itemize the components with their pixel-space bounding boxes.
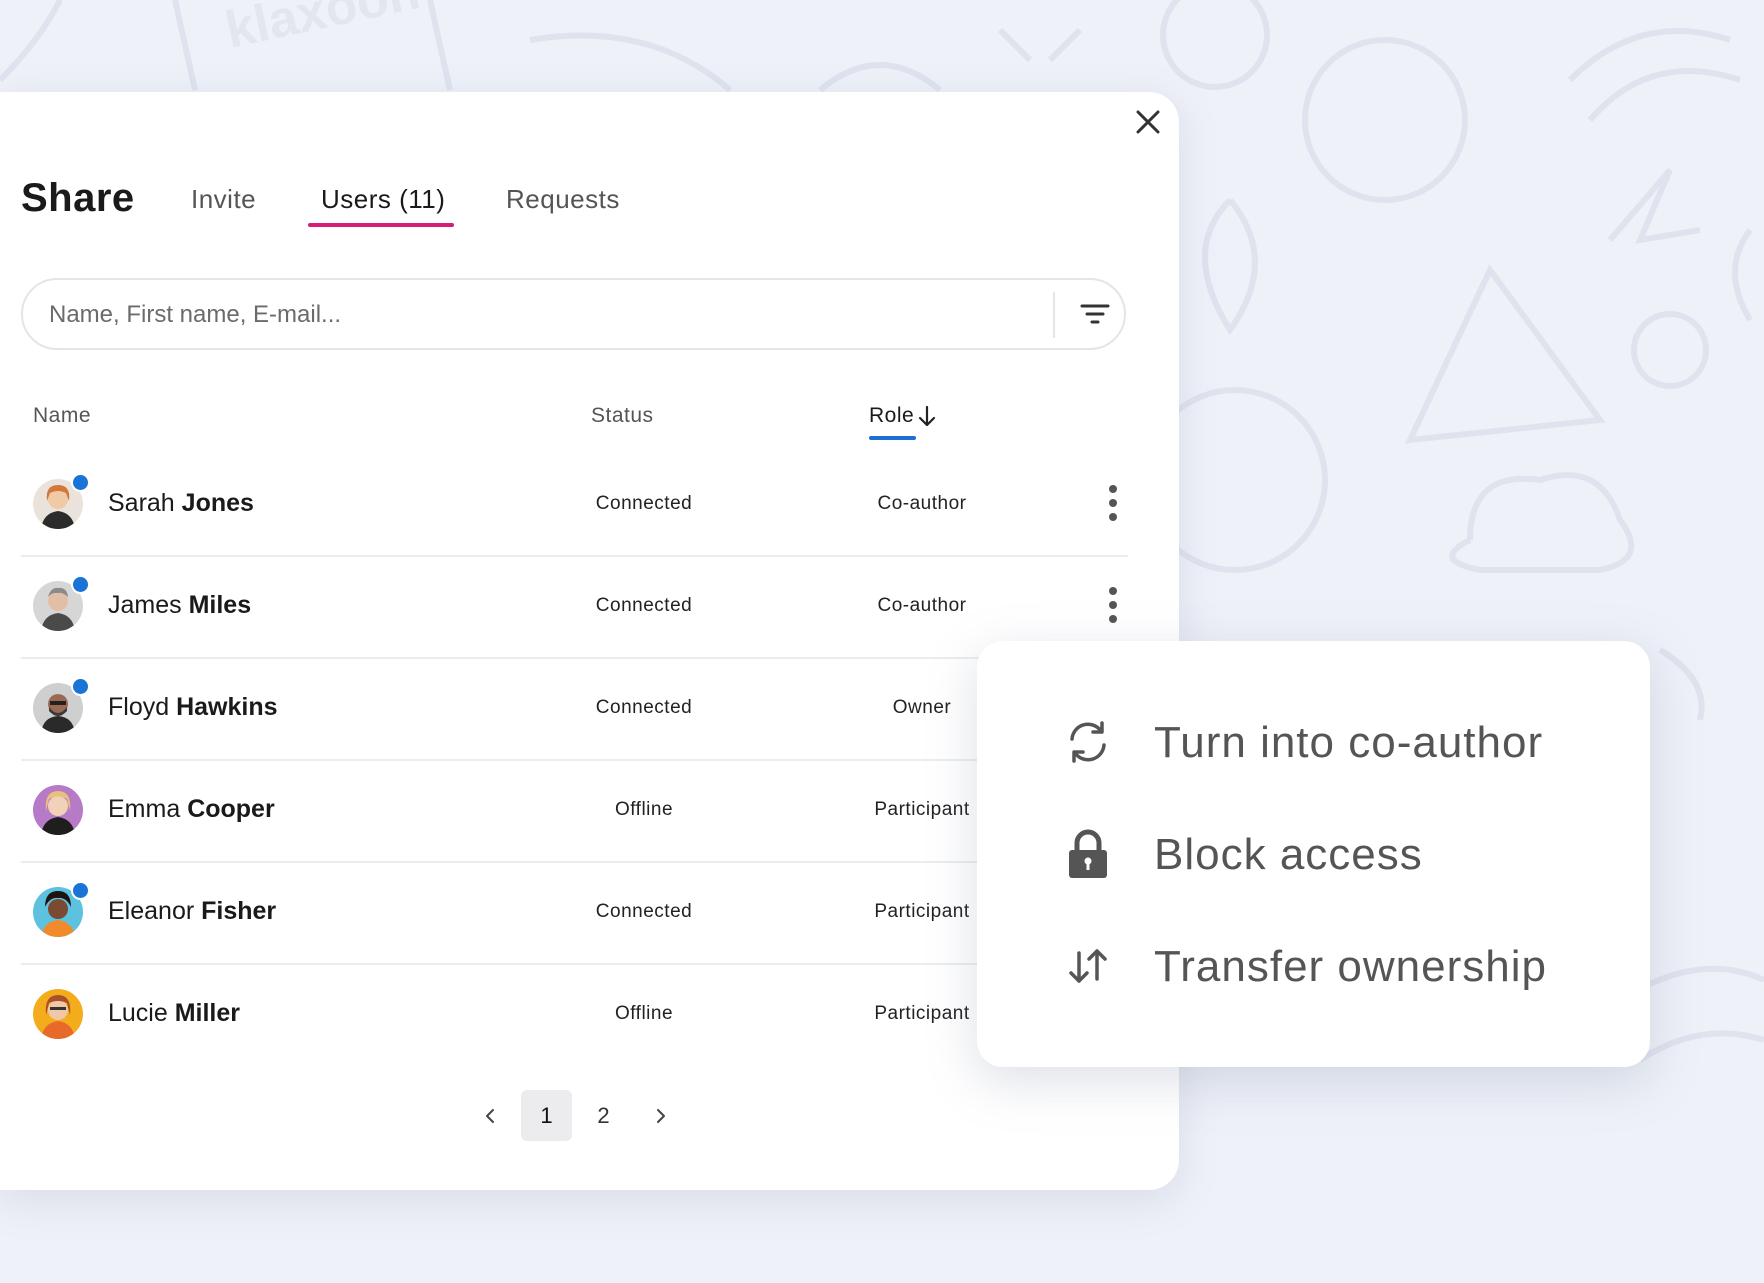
online-status-dot bbox=[71, 881, 90, 900]
table-row[interactable]: Eleanor Fisher Connected Participant bbox=[21, 861, 1128, 965]
user-status: Connected bbox=[595, 697, 693, 718]
menu-item-transfer-ownership[interactable]: Transfer ownership bbox=[977, 916, 1650, 1016]
table-row[interactable]: Sarah Jones Connected Co-author bbox=[21, 453, 1128, 557]
page-button-current[interactable]: 1 bbox=[521, 1090, 572, 1141]
user-status: Offline bbox=[614, 1003, 674, 1024]
filter-icon bbox=[1080, 304, 1110, 324]
online-status-dot bbox=[71, 473, 90, 492]
column-header-role-label: Role bbox=[869, 404, 915, 427]
tab-users[interactable]: Users (11) bbox=[321, 184, 445, 215]
active-tab-indicator bbox=[308, 223, 454, 227]
menu-item-turn-into-co-author[interactable]: Turn into co-author bbox=[977, 692, 1650, 792]
table-row[interactable]: Lucie Miller Offline Participant bbox=[21, 963, 1128, 1065]
user-name: Sarah Jones bbox=[108, 489, 254, 517]
user-name: Emma Cooper bbox=[108, 795, 275, 823]
avatar bbox=[33, 989, 83, 1039]
user-role: Co-author bbox=[877, 493, 967, 514]
more-options-button[interactable] bbox=[1101, 483, 1125, 523]
online-status-dot bbox=[71, 575, 90, 594]
refresh-icon bbox=[1064, 718, 1112, 766]
online-status-dot bbox=[71, 677, 90, 696]
column-header-status[interactable]: Status bbox=[591, 404, 654, 428]
tab-invite[interactable]: Invite bbox=[191, 184, 256, 215]
sort-arrow-down-icon bbox=[919, 405, 936, 427]
menu-item-label: Transfer ownership bbox=[1154, 942, 1547, 991]
column-header-name[interactable]: Name bbox=[33, 404, 91, 428]
user-name: James Miles bbox=[108, 591, 252, 619]
more-options-button[interactable] bbox=[1101, 585, 1125, 625]
search-input[interactable] bbox=[47, 294, 1041, 336]
user-role: Co-author bbox=[877, 595, 967, 616]
user-status: Connected bbox=[595, 595, 693, 616]
table-row[interactable]: Floyd Hawkins Connected Owner bbox=[21, 657, 1128, 761]
chevron-left-icon bbox=[485, 1108, 494, 1123]
table-row[interactable]: Emma Cooper Offline Participant bbox=[21, 759, 1128, 863]
column-header-role[interactable]: Role bbox=[869, 404, 937, 428]
close-icon bbox=[1136, 110, 1160, 134]
close-button[interactable] bbox=[1130, 104, 1166, 140]
lock-icon bbox=[1064, 829, 1112, 878]
user-status: Connected bbox=[595, 493, 693, 514]
pagination-prev-button[interactable] bbox=[464, 1090, 515, 1141]
menu-item-label: Turn into co-author bbox=[1154, 718, 1544, 767]
dialog-title: Share bbox=[21, 176, 135, 220]
user-name: Lucie Miller bbox=[108, 999, 241, 1027]
search-divider bbox=[1053, 292, 1055, 338]
user-context-menu: Turn into co-author Block access Transfe… bbox=[977, 641, 1650, 1067]
swap-arrows-icon bbox=[1064, 942, 1112, 990]
watermark-logo: klaxoon bbox=[220, 0, 424, 60]
user-name: Eleanor Fisher bbox=[108, 897, 277, 925]
tab-requests[interactable]: Requests bbox=[506, 184, 620, 215]
user-name: Floyd Hawkins bbox=[108, 693, 278, 721]
user-status: Connected bbox=[595, 901, 693, 922]
table-row[interactable]: James Miles Connected Co-author bbox=[21, 555, 1128, 659]
search-bar bbox=[21, 278, 1126, 350]
pagination-next-button[interactable] bbox=[635, 1090, 686, 1141]
menu-item-label: Block access bbox=[1154, 830, 1423, 879]
user-status: Offline bbox=[614, 799, 674, 820]
sort-indicator bbox=[869, 436, 916, 440]
page-button[interactable]: 2 bbox=[578, 1090, 629, 1141]
chevron-right-icon bbox=[656, 1108, 665, 1123]
menu-item-block-access[interactable]: Block access bbox=[977, 804, 1650, 904]
avatar bbox=[33, 785, 83, 835]
filter-button[interactable] bbox=[1073, 294, 1117, 334]
